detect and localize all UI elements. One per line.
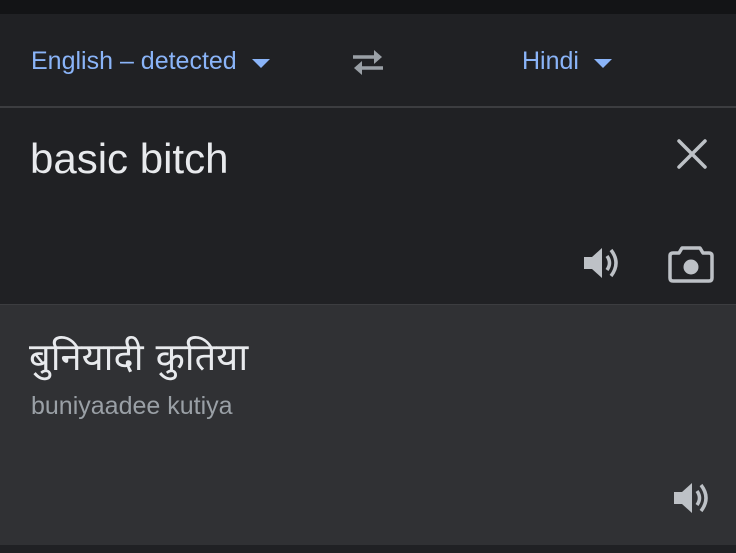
chevron-down-icon xyxy=(251,58,270,68)
translation-text: बुनियादी कुतिया xyxy=(29,335,249,379)
close-icon xyxy=(677,139,707,169)
clear-text-button[interactable] xyxy=(674,136,710,172)
input-panel[interactable]: basic bitch xyxy=(0,108,736,304)
listen-translation-button[interactable] xyxy=(670,477,712,519)
camera-input-button[interactable] xyxy=(668,242,714,284)
speaker-icon xyxy=(584,248,618,278)
status-bar-edge xyxy=(0,0,736,14)
source-language-selector[interactable]: English – detected xyxy=(31,44,270,78)
output-panel: बुनियादी कुतिया buniyaadee kutiya xyxy=(0,304,736,546)
swap-languages-button[interactable] xyxy=(349,47,387,77)
target-language-selector[interactable]: Hindi xyxy=(522,44,612,78)
camera-icon xyxy=(668,246,714,283)
target-language-label: Hindi xyxy=(522,47,579,75)
swap-arrows-icon xyxy=(353,50,383,75)
translate-screen: English – detected Hindi basic bitch बुन… xyxy=(0,0,736,553)
transliteration-text: buniyaadee kutiya xyxy=(31,392,233,420)
listen-source-button[interactable] xyxy=(580,242,622,284)
language-bar: English – detected Hindi xyxy=(0,14,736,106)
source-text-input[interactable]: basic bitch xyxy=(30,134,228,184)
speaker-icon xyxy=(674,483,708,513)
source-language-label: English – detected xyxy=(31,47,237,75)
bottom-edge xyxy=(0,545,736,553)
chevron-down-icon xyxy=(593,58,612,68)
